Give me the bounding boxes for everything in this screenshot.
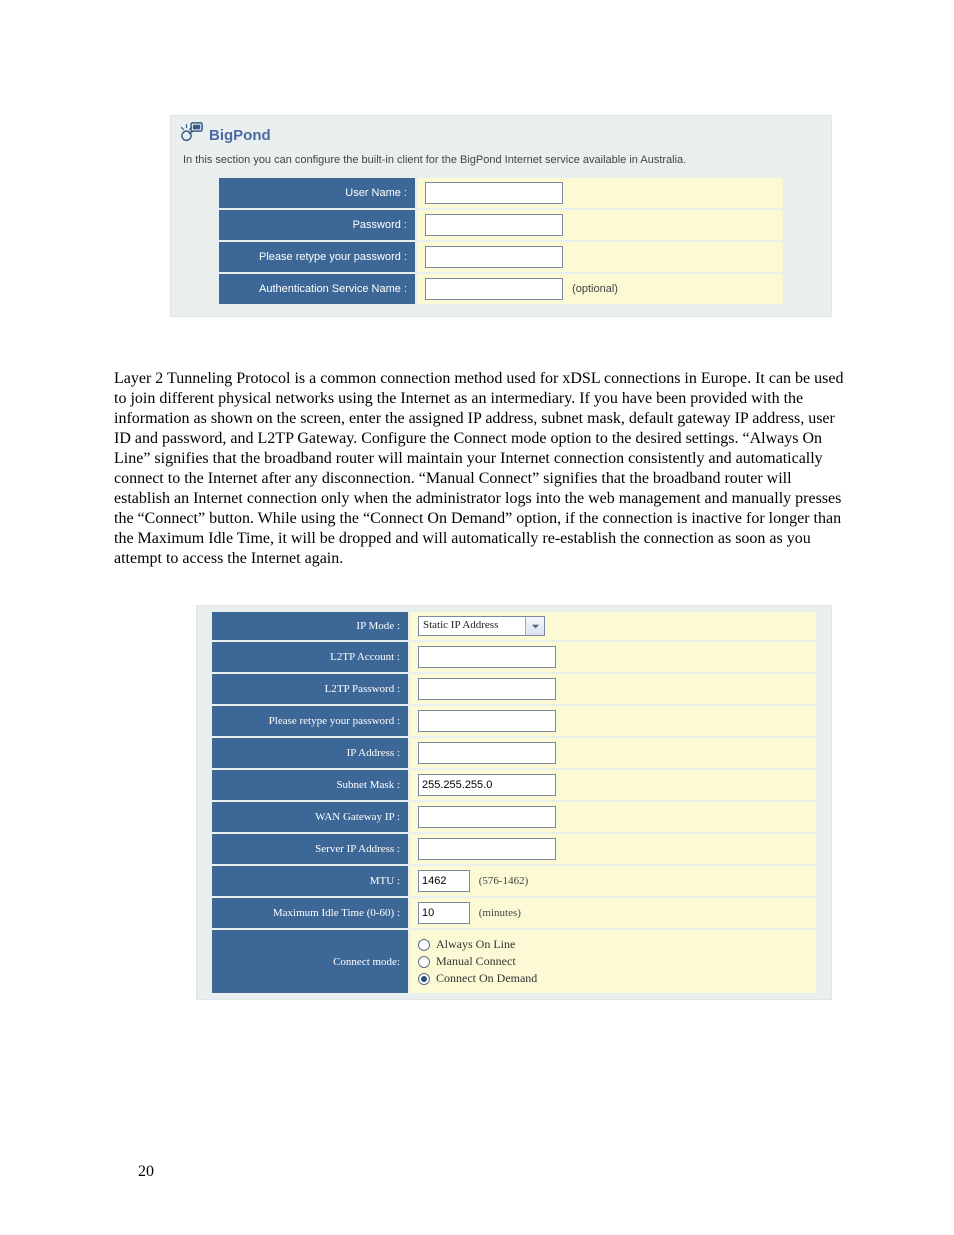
page-number: 20 [138, 1163, 154, 1181]
row-l2tp-account: L2TP Account : [212, 642, 816, 672]
mtu-hint: (576-1462) [473, 875, 529, 887]
select-ip-mode-value: Static IP Address [419, 617, 525, 635]
input-wan-gateway[interactable] [418, 806, 556, 828]
auth-hint: (optional) [566, 283, 618, 295]
input-l2tp-account[interactable] [418, 646, 556, 668]
row-username: User Name : [219, 178, 783, 208]
bigpond-brand: BigPond [209, 127, 271, 144]
label-l2tp-account: L2TP Account : [212, 642, 408, 672]
label-password: Password : [219, 210, 415, 240]
row-server-ip: Server IP Address : [212, 834, 816, 864]
label-ip-address: IP Address : [212, 738, 408, 768]
radio-row-demand[interactable]: Connect On Demand [418, 970, 808, 987]
row-password: Password : [219, 210, 783, 240]
row-l2tp-password: L2TP Password : [212, 674, 816, 704]
chevron-down-icon [525, 617, 544, 635]
row-wan-gateway: WAN Gateway IP : [212, 802, 816, 832]
input-mtu[interactable] [418, 870, 470, 892]
row-subnet: Subnet Mask : [212, 770, 816, 800]
row-retype: Please retype your password : [219, 242, 783, 272]
row-mtu: MTU : (576-1462) [212, 866, 816, 896]
bigpond-form: User Name : Password : Please retype you… [217, 176, 785, 306]
input-l2tp-retype[interactable] [418, 710, 556, 732]
label-l2tp-retype: Please retype your password : [212, 706, 408, 736]
bigpond-header: BigPond [177, 122, 825, 150]
row-ip-address: IP Address : [212, 738, 816, 768]
row-ip-mode: IP Mode : Static IP Address [212, 612, 816, 640]
radio-always-label: Always On Line [436, 937, 515, 952]
input-l2tp-password[interactable] [418, 678, 556, 700]
radio-row-always[interactable]: Always On Line [418, 936, 808, 953]
bigpond-icon [181, 122, 203, 144]
radio-manual-label: Manual Connect [436, 954, 516, 969]
l2tp-form: IP Mode : Static IP Address L2TP Account… [210, 610, 818, 995]
label-l2tp-password: L2TP Password : [212, 674, 408, 704]
input-server-ip[interactable] [418, 838, 556, 860]
label-subnet: Subnet Mask : [212, 770, 408, 800]
bigpond-description: In this section you can configure the bu… [177, 150, 825, 176]
radio-row-manual[interactable]: Manual Connect [418, 953, 808, 970]
input-username[interactable] [425, 182, 563, 204]
row-max-idle: Maximum Idle Time (0-60) : (minutes) [212, 898, 816, 928]
row-connect-mode: Connect mode: Always On Line Manual Conn… [212, 930, 816, 993]
radio-demand[interactable] [418, 973, 430, 985]
l2tp-panel: IP Mode : Static IP Address L2TP Account… [196, 605, 832, 1000]
row-auth: Authentication Service Name : (optional) [219, 274, 783, 304]
radio-always[interactable] [418, 939, 430, 951]
radio-manual[interactable] [418, 956, 430, 968]
l2tp-paragraph: Layer 2 Tunneling Protocol is a common c… [114, 369, 845, 569]
input-subnet[interactable] [418, 774, 556, 796]
label-ip-mode: IP Mode : [212, 612, 408, 640]
label-username: User Name : [219, 178, 415, 208]
input-auth[interactable] [425, 278, 563, 300]
input-retype[interactable] [425, 246, 563, 268]
input-ip-address[interactable] [418, 742, 556, 764]
label-server-ip: Server IP Address : [212, 834, 408, 864]
label-max-idle: Maximum Idle Time (0-60) : [212, 898, 408, 928]
input-max-idle[interactable] [418, 902, 470, 924]
bigpond-panel: BigPond In this section you can configur… [170, 115, 832, 317]
select-ip-mode[interactable]: Static IP Address [418, 616, 545, 636]
connect-mode-group: Always On Line Manual Connect Connect On… [418, 934, 808, 989]
radio-demand-label: Connect On Demand [436, 971, 537, 986]
label-auth: Authentication Service Name : [219, 274, 415, 304]
max-idle-hint: (minutes) [473, 907, 521, 919]
label-mtu: MTU : [212, 866, 408, 896]
input-password[interactable] [425, 214, 563, 236]
label-retype: Please retype your password : [219, 242, 415, 272]
label-connect-mode: Connect mode: [212, 930, 408, 993]
row-l2tp-retype: Please retype your password : [212, 706, 816, 736]
label-wan-gateway: WAN Gateway IP : [212, 802, 408, 832]
